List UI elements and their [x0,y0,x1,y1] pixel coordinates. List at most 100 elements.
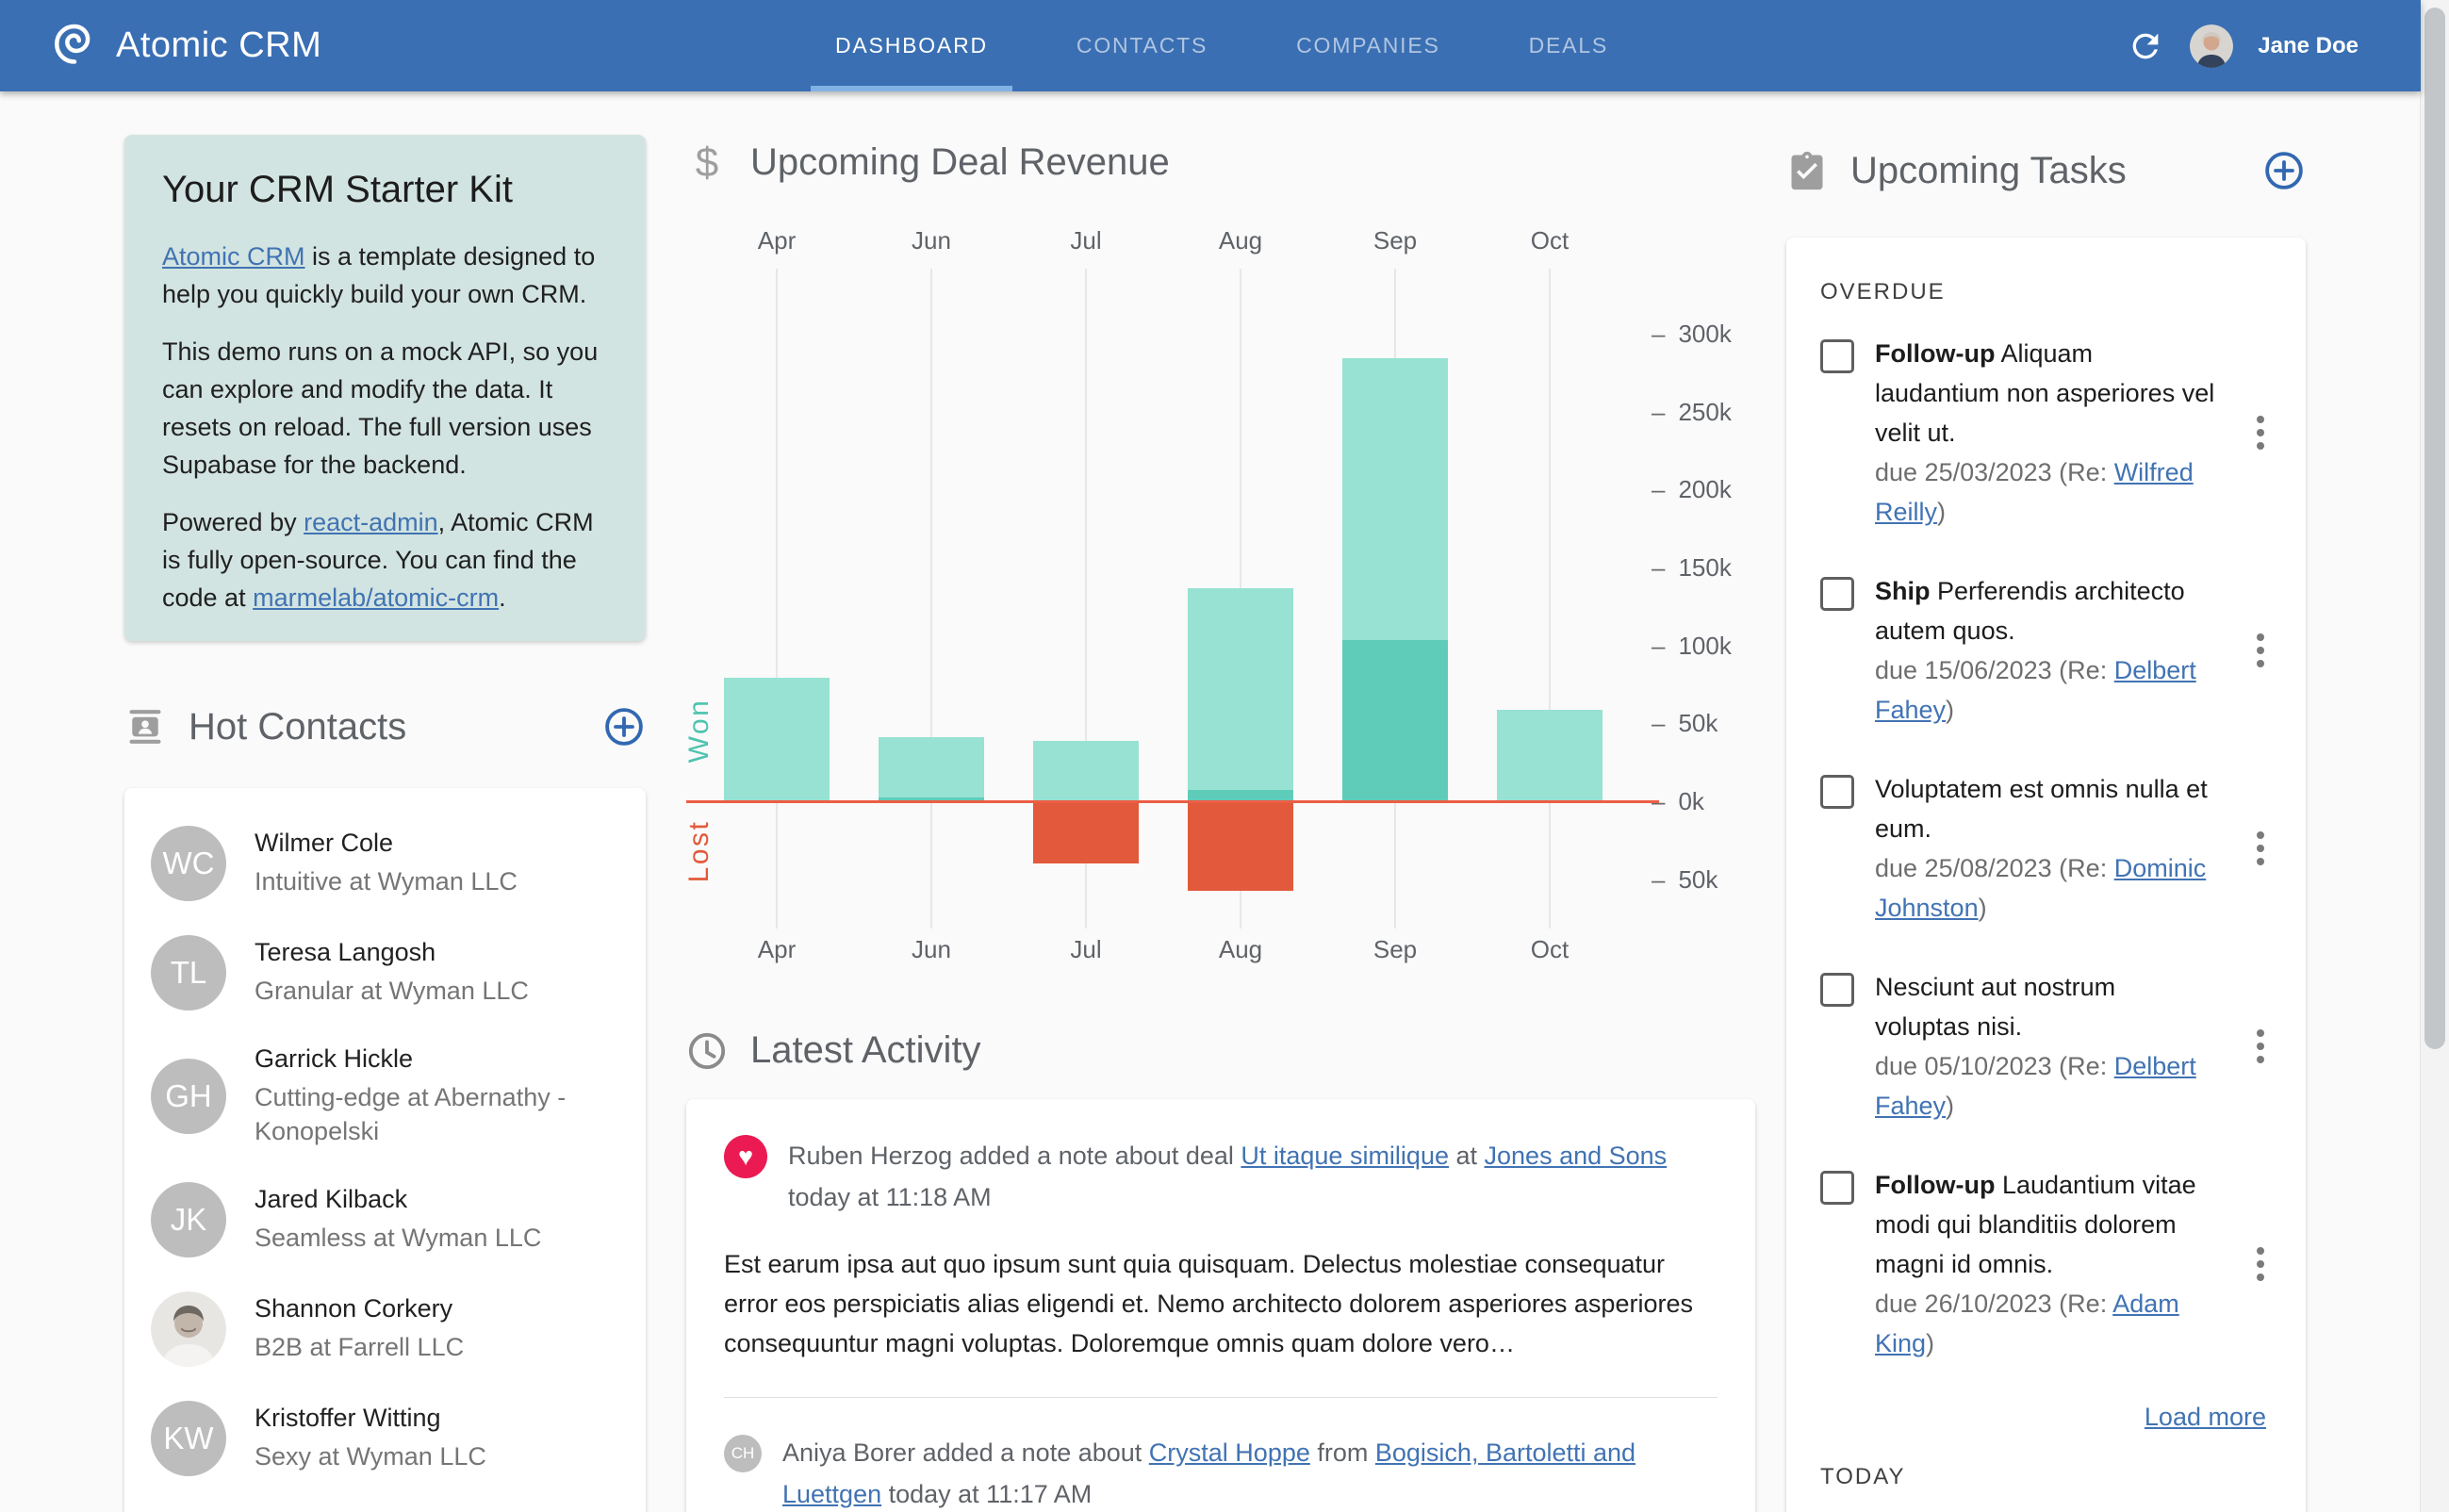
contact-link[interactable]: Crystal Hoppe [1149,1438,1310,1467]
dashboard-page: Atomic CRM DASHBOARD CONTACTS COMPANIES … [0,0,2449,1512]
avatar-initials: CH [724,1435,762,1472]
bar-pending-aug[interactable] [1188,588,1293,790]
contact-subtitle: Sexy at Wyman LLC [255,1442,486,1471]
bar-lost-jul[interactable] [1033,802,1139,863]
bar-lost-aug[interactable] [1188,802,1293,892]
contact-name: Garrick Hickle [255,1044,414,1073]
activity-text: Aniya Borer added a note about Crystal H… [782,1432,1687,1512]
x-axis-label-bottom: Jun [912,935,951,963]
react-admin-link[interactable]: react-admin [304,508,438,536]
revenue-title: Upcoming Deal Revenue [750,141,1170,183]
x-axis-label-bottom: Jul [1070,935,1102,963]
company-heart-logo-icon: ♥ [724,1135,767,1178]
x-axis-label-top: Oct [1530,226,1570,255]
activity-header: Latest Activity [686,1029,1459,1072]
bar-pending-apr[interactable] [724,677,830,802]
text-segment: due 15/06/2023 (Re: [1875,656,2114,684]
activity-card: ♥ Ruben Herzog added a note about deal Ut… [686,1099,1755,1512]
y-tick-label: 200k [1678,475,1732,504]
text-segment: ) [1926,1329,1935,1357]
marmelab-atomic-crm-link[interactable]: marmelab/atomic-crm [253,583,499,612]
contact-text: Shannon Corkery B2B at Farrell LLC [255,1294,464,1364]
y-tick: –0k [1652,787,1704,816]
divider [724,1397,1718,1398]
add-task-icon[interactable] [2262,149,2306,192]
text-segment: . [499,583,506,612]
bar-pending-oct[interactable] [1497,710,1603,802]
company-link[interactable]: Jones and Sons [1485,1142,1668,1170]
task-text: Follow-up Laudantium vitae modi qui blan… [1875,1165,2216,1363]
bar-pending-jun[interactable] [879,736,984,798]
contact-text: Garrick Hickle Cutting-edge at Abernathy … [255,1044,625,1148]
more-options-icon[interactable] [2249,1240,2272,1289]
dollar-icon: $ [695,139,719,186]
y-tick-label: 0k [1678,787,1704,815]
y-tick-label: 100k [1678,631,1732,660]
x-axis-label-top: Sep [1372,226,1418,255]
list-item-contact[interactable]: KW Kristoffer Witting Sexy at Wyman LLC [124,1384,646,1493]
task-description: Follow-up Aliquam laudantium non asperio… [1875,334,2216,452]
task-item: Ship Perferendis architecto autem quos. d… [1820,571,2272,730]
text-segment: ) [1978,894,1987,922]
x-axis-label-bottom: Sep [1372,935,1418,963]
app-title: Atomic CRM [116,25,322,65]
activity-entry: ♥ Ruben Herzog added a note about deal Ut… [724,1135,1718,1218]
atomic-crm-link[interactable]: Atomic CRM [162,242,305,271]
task-checkbox[interactable] [1820,775,1854,809]
task-checkbox[interactable] [1820,973,1854,1007]
list-item-contact[interactable]: Shannon Corkery B2B at Farrell LLC [124,1274,646,1384]
tab-contacts[interactable]: CONTACTS [1052,0,1232,91]
tab-dashboard[interactable]: DASHBOARD [811,0,1012,91]
task-checkbox[interactable] [1820,1171,1854,1205]
text-segment: Powered by [162,508,304,536]
task-checkbox[interactable] [1820,339,1854,373]
task-description: Nesciunt aut nostrum voluptas nisi. [1875,967,2216,1046]
contact-subtitle: Intuitive at Wyman LLC [255,867,518,896]
bar-pending-jul[interactable] [1033,741,1139,802]
more-options-icon[interactable] [2249,408,2272,457]
app-logo[interactable]: Atomic CRM [52,0,321,91]
tab-companies[interactable]: COMPANIES [1272,0,1465,91]
more-options-icon[interactable] [2249,626,2272,675]
text-segment: Aniya Borer added a note about [782,1438,1149,1467]
avatar: GH [151,1059,226,1134]
task-section-label: TODAY [1820,1464,1906,1489]
scrollbar-thumb[interactable] [2424,8,2445,1049]
user-avatar[interactable] [2190,24,2234,68]
contact-subtitle: Cutting-edge at Abernathy - Konopelski [255,1083,567,1145]
task-section-label: OVERDUE [1820,279,1946,304]
text-segment: from [1309,1438,1375,1467]
load-more-link[interactable]: Load more [2145,1403,2266,1431]
y-tick-label: 300k [1678,319,1732,348]
bar-pending-sep[interactable] [1342,357,1448,640]
bar-won-sep[interactable] [1342,639,1448,802]
chart-y-axis: –300k–250k–200k–150k–100k–50k–0k–50k [1652,226,1765,980]
hot-contacts-header: Hot Contacts [124,705,646,748]
y-tick: –200k [1652,475,1732,504]
list-item-contact[interactable]: JK Jared Kilback Seamless at Wyman LLC [124,1165,646,1274]
tasks-clipboard-icon [1786,150,1828,191]
more-options-icon[interactable] [2249,1022,2272,1071]
add-contact-icon[interactable] [602,705,646,748]
task-due-date: due 05/10/2023 (Re: Delbert Fahey) [1875,1046,2216,1126]
tasks-header: Upcoming Tasks [1786,149,2306,192]
task-checkbox[interactable] [1820,577,1854,611]
avatar: JK [151,1182,226,1257]
more-options-icon[interactable] [2249,824,2272,873]
list-item-contact[interactable]: GH Garrick Hickle Cutting-edge at Abernath… [124,1027,646,1165]
list-item-contact[interactable]: WC Wilmer Cole Intuitive at Wyman LLC [124,809,646,918]
contacts-card-icon [124,706,166,748]
refresh-icon[interactable] [2126,26,2165,66]
x-axis-label-top: Apr [757,226,797,255]
tasks-title: Upcoming Tasks [1850,149,2127,191]
avatar: TL [151,935,226,1011]
deal-link[interactable]: Ut itaque similique [1241,1142,1449,1170]
revenue-header: $ Upcoming Deal Revenue [686,139,1459,186]
list-item-contact[interactable]: TL Teresa Langosh Granular at Wyman LLC [124,918,646,1027]
text-segment: today at 11:18 AM [788,1183,992,1211]
contact-subtitle: Seamless at Wyman LLC [255,1224,542,1252]
user-name: Jane Doe [2258,32,2359,58]
tab-deals[interactable]: DEALS [1504,0,1633,91]
page-scrollbar[interactable] [2420,0,2449,1512]
text-segment: ) [1946,1092,1955,1120]
